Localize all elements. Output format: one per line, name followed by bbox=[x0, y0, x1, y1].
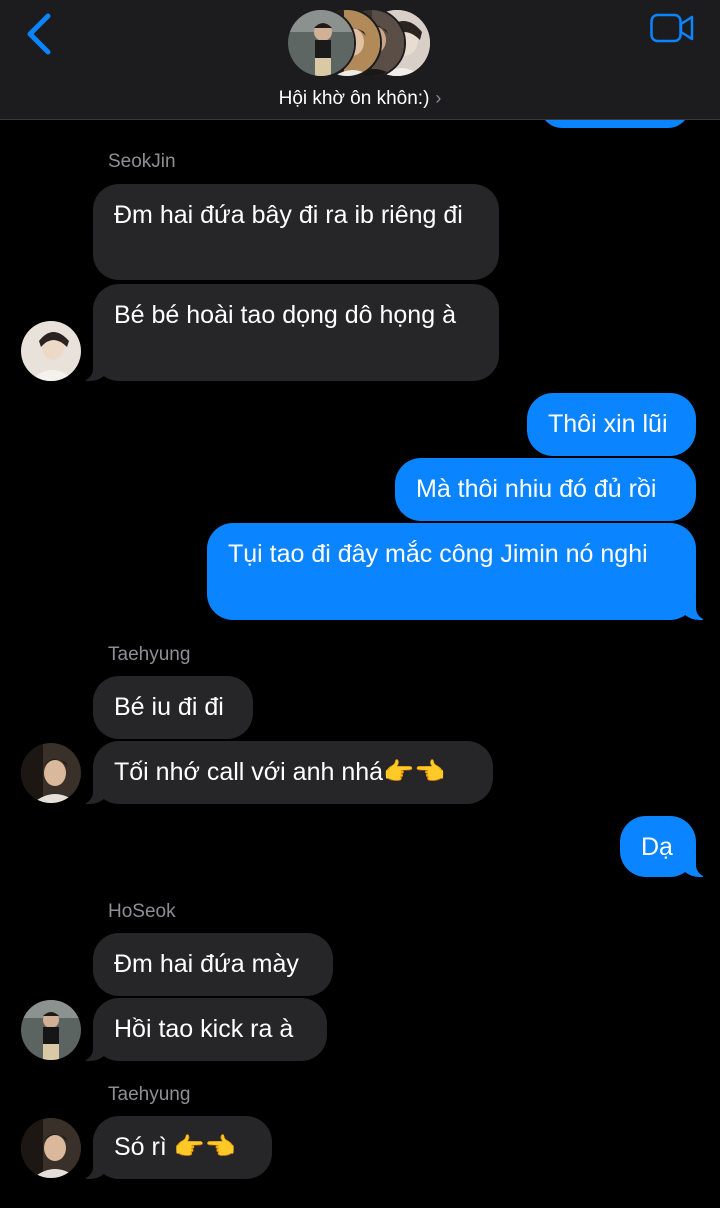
message-bubble-incoming[interactable]: Hồi tao kick ra à bbox=[77, 998, 327, 1061]
message-text: Bé iu đi đi bbox=[114, 693, 224, 721]
avatar[interactable] bbox=[21, 1118, 81, 1178]
chevron-left-icon bbox=[27, 13, 51, 55]
message-text: Đm hai đứa bây đi ra ib riêng đi bbox=[114, 201, 463, 229]
sender-name: Taehyung bbox=[108, 1084, 191, 1105]
chat-header: Hội khờ ôn khôn:) › bbox=[0, 0, 720, 120]
message-text: Bé bé hoài tao dọng dô họng à bbox=[114, 301, 456, 329]
message-bubble-outgoing[interactable]: Tụi tao đi đây mắc công Jimin nó nghi bbox=[207, 523, 712, 620]
sender-name: Taehyung bbox=[108, 644, 191, 665]
message-bubble-outgoing[interactable]: Thôi xin lũi bbox=[527, 393, 696, 456]
group-avatar-stack[interactable] bbox=[286, 8, 432, 80]
message-text: Đm hai đứa mày bbox=[114, 950, 299, 978]
message-bubble-outgoing[interactable]: Dạ bbox=[620, 816, 712, 877]
group-name: Hội khờ ôn khôn:) bbox=[278, 88, 430, 109]
message-bubble-incoming[interactable]: Tối nhớ call với anh nhá👉👈 bbox=[77, 741, 493, 804]
message-text: Só rì 👉👈 bbox=[114, 1133, 236, 1161]
group-member-avatar bbox=[286, 8, 356, 78]
video-camera-icon bbox=[650, 13, 694, 43]
message-text: Thôi xin lũi bbox=[548, 410, 668, 438]
back-button[interactable] bbox=[22, 12, 62, 56]
video-call-button[interactable] bbox=[650, 12, 694, 44]
message-text: Hồi tao kick ra à bbox=[114, 1015, 294, 1043]
sender-name: HoSeok bbox=[108, 901, 176, 922]
message-text: Mà thôi nhiu đó đủ rồi bbox=[416, 475, 657, 503]
message-bubble-outgoing[interactable]: Mà thôi nhiu đó đủ rồi bbox=[395, 458, 696, 521]
group-title[interactable]: Hội khờ ôn khôn:) › bbox=[0, 88, 720, 110]
message-text: Tụi tao đi đây mắc công Jimin nó nghi bbox=[228, 540, 648, 568]
message-text: Tối nhớ call với anh nhá👉👈 bbox=[114, 758, 446, 786]
message-bubble-incoming[interactable]: Đm hai đứa mày bbox=[93, 933, 333, 996]
message-text: Dạ bbox=[641, 833, 673, 861]
message-bubble-incoming[interactable]: Đm hai đứa bây đi ra ib riêng đi bbox=[93, 184, 499, 280]
message-bubble-incoming[interactable]: Bé bé hoài tao dọng dô họng à bbox=[77, 284, 499, 381]
sender-name: SeokJin bbox=[108, 151, 176, 172]
chevron-right-icon: › bbox=[435, 88, 442, 108]
message-bubble-incoming[interactable]: Bé iu đi đi bbox=[93, 676, 253, 739]
message-bubble-incoming[interactable]: Só rì 👉👈 bbox=[77, 1116, 272, 1179]
avatar[interactable] bbox=[21, 321, 81, 381]
avatar[interactable] bbox=[21, 743, 81, 803]
avatar[interactable] bbox=[21, 1000, 81, 1060]
